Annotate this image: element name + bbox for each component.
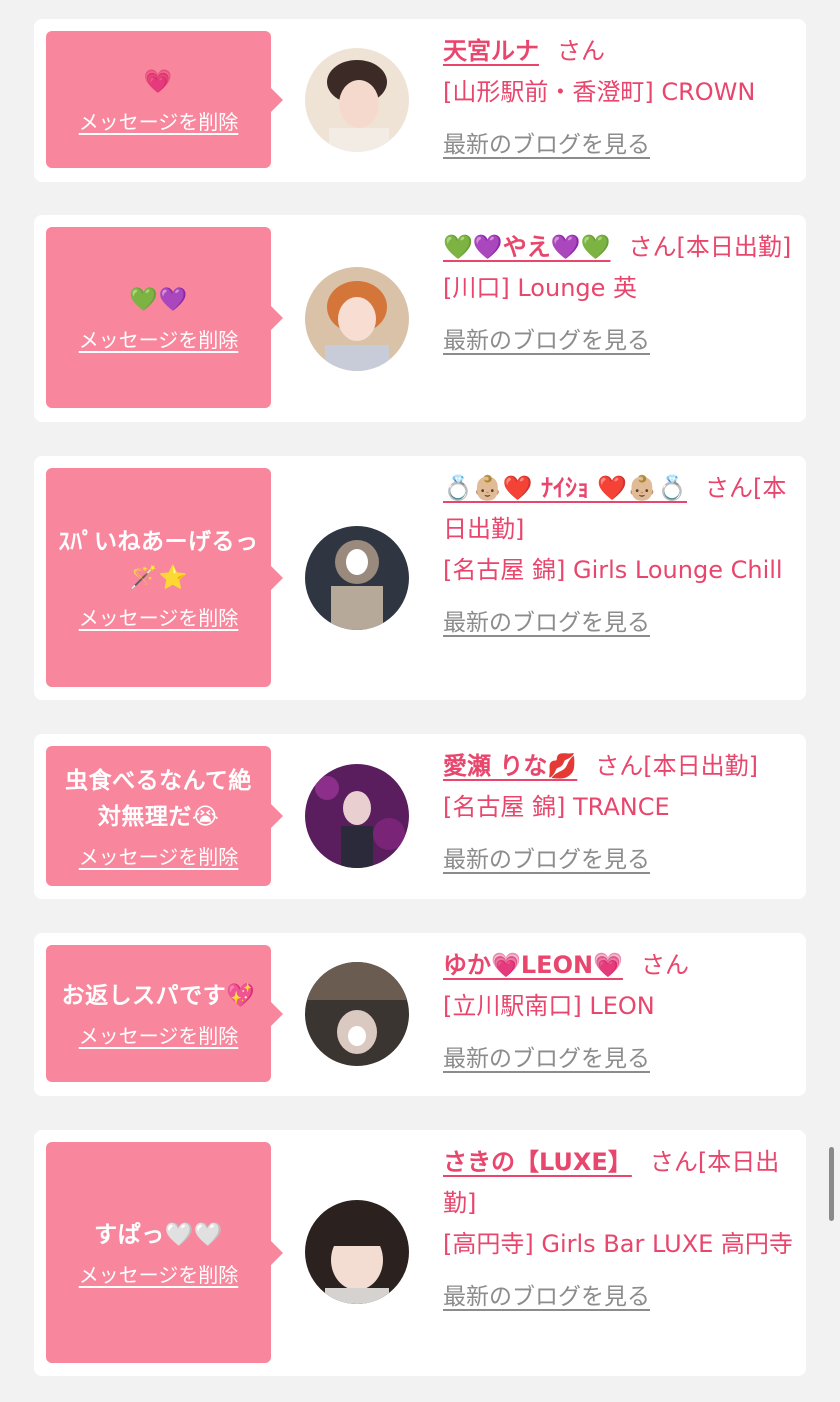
cast-suffix: さん (557, 37, 605, 65)
message-card: 虫食べるなんて絶対無理だ😭 メッセージを削除 愛瀬 りな💋 さん[本日出勤] [名… (34, 734, 806, 899)
latest-blog-link[interactable]: 最新のブログを見る (443, 125, 650, 166)
cast-info: 💚💜やえ💜💚 さん[本日出勤] [川口] Lounge 英 最新のブログを見る (443, 227, 795, 362)
message-card: ｽﾊﾟいねあーげるっ🪄⭐️ メッセージを削除 💍👶🏼❤️ ﾅｲｼｮ ❤️👶🏼💍 さ… (34, 456, 806, 700)
message-bubble: 💚💜 メッセージを削除 (46, 227, 283, 408)
shop-info: [川口] Lounge 英 (443, 274, 638, 302)
cast-name-link[interactable]: さきの【LUXE】 (443, 1148, 632, 1176)
message-text: 虫食べるなんて絶対無理だ😭 (65, 767, 252, 830)
cast-suffix: さん (640, 951, 689, 979)
avatar[interactable] (305, 764, 409, 868)
message-card: すぱっ🤍🤍 メッセージを削除 さきの【LUXE】 さん[本日出勤] [高円寺] G… (34, 1130, 806, 1376)
cast-name-link[interactable]: 💚💜やえ💜💚 (443, 233, 611, 261)
message-text: 💗 (143, 69, 174, 95)
cast-name-link[interactable]: 💍👶🏼❤️ ﾅｲｼｮ ❤️👶🏼💍 (443, 474, 687, 502)
shop-info: [立川駅南口] LEON (443, 992, 655, 1020)
message-bubble: すぱっ🤍🤍 メッセージを削除 (46, 1142, 283, 1363)
cast-info: 天宮ルナ さん [山形駅前・香澄町] CROWN 最新のブログを見る (443, 31, 795, 166)
message-bubble: お返しスパです💖 メッセージを削除 (46, 945, 283, 1082)
message-bubble: ｽﾊﾟいねあーげるっ🪄⭐️ メッセージを削除 (46, 468, 283, 687)
delete-message-link[interactable]: メッセージを削除 (79, 1020, 239, 1049)
avatar[interactable] (305, 1200, 409, 1304)
message-card: お返しスパです💖 メッセージを削除 ゆか💗LEON💗 さん [立川駅南口] LEO… (34, 933, 806, 1096)
cast-name-link[interactable]: 天宮ルナ (443, 37, 539, 65)
shop-info: [高円寺] Girls Bar LUXE 高円寺 (443, 1230, 793, 1258)
avatar[interactable] (305, 48, 409, 152)
cast-info: 愛瀬 りな💋 さん[本日出勤] [名古屋 錦] TRANCE 最新のブログを見る (443, 746, 795, 881)
delete-message-link[interactable]: メッセージを削除 (79, 602, 239, 631)
message-text: お返しスパです💖 (61, 983, 256, 1009)
latest-blog-link[interactable]: 最新のブログを見る (443, 840, 650, 881)
latest-blog-link[interactable]: 最新のブログを見る (443, 321, 650, 362)
message-card: 💗 メッセージを削除 天宮ルナ さん [山形駅前・香澄町] CROWN 最新のブロ… (34, 19, 806, 182)
latest-blog-link[interactable]: 最新のブログを見る (443, 1039, 650, 1080)
message-bubble: 💗 メッセージを削除 (46, 31, 283, 168)
message-text: 💚💜 (129, 287, 188, 313)
delete-message-link[interactable]: メッセージを削除 (79, 106, 239, 135)
cast-info: ゆか💗LEON💗 さん [立川駅南口] LEON 最新のブログを見る (443, 945, 795, 1080)
avatar[interactable] (305, 526, 409, 630)
shop-info: [名古屋 錦] Girls Lounge Chill (443, 556, 783, 584)
cast-suffix: さん[本日出勤] (595, 752, 758, 780)
delete-message-link[interactable]: メッセージを削除 (79, 324, 239, 353)
scrollbar[interactable] (829, 1147, 834, 1221)
latest-blog-link[interactable]: 最新のブログを見る (443, 1277, 650, 1318)
avatar[interactable] (305, 267, 409, 371)
delete-message-link[interactable]: メッセージを削除 (79, 841, 239, 870)
latest-blog-link[interactable]: 最新のブログを見る (443, 603, 650, 644)
shop-info: [名古屋 錦] TRANCE (443, 793, 670, 821)
cast-name-link[interactable]: ゆか💗LEON💗 (443, 951, 623, 979)
cast-suffix: さん[本日出勤] (628, 233, 792, 261)
message-card: 💚💜 メッセージを削除 💚💜やえ💜💚 さん[本日出勤] [川口] Lounge 英… (34, 215, 806, 422)
avatar[interactable] (305, 962, 409, 1066)
delete-message-link[interactable]: メッセージを削除 (79, 1259, 239, 1288)
message-bubble: 虫食べるなんて絶対無理だ😭 メッセージを削除 (46, 746, 283, 886)
message-text: すぱっ🤍🤍 (94, 1222, 223, 1248)
cast-info: さきの【LUXE】 さん[本日出勤] [高円寺] Girls Bar LUXE 高… (443, 1142, 795, 1318)
cast-info: 💍👶🏼❤️ ﾅｲｼｮ ❤️👶🏼💍 さん[本日出勤] [名古屋 錦] Girls L… (443, 468, 795, 644)
shop-info: [山形駅前・香澄町] CROWN (443, 78, 756, 106)
cast-name-link[interactable]: 愛瀬 りな💋 (443, 752, 577, 780)
message-text: ｽﾊﾟいねあーげるっ🪄⭐️ (58, 529, 259, 591)
